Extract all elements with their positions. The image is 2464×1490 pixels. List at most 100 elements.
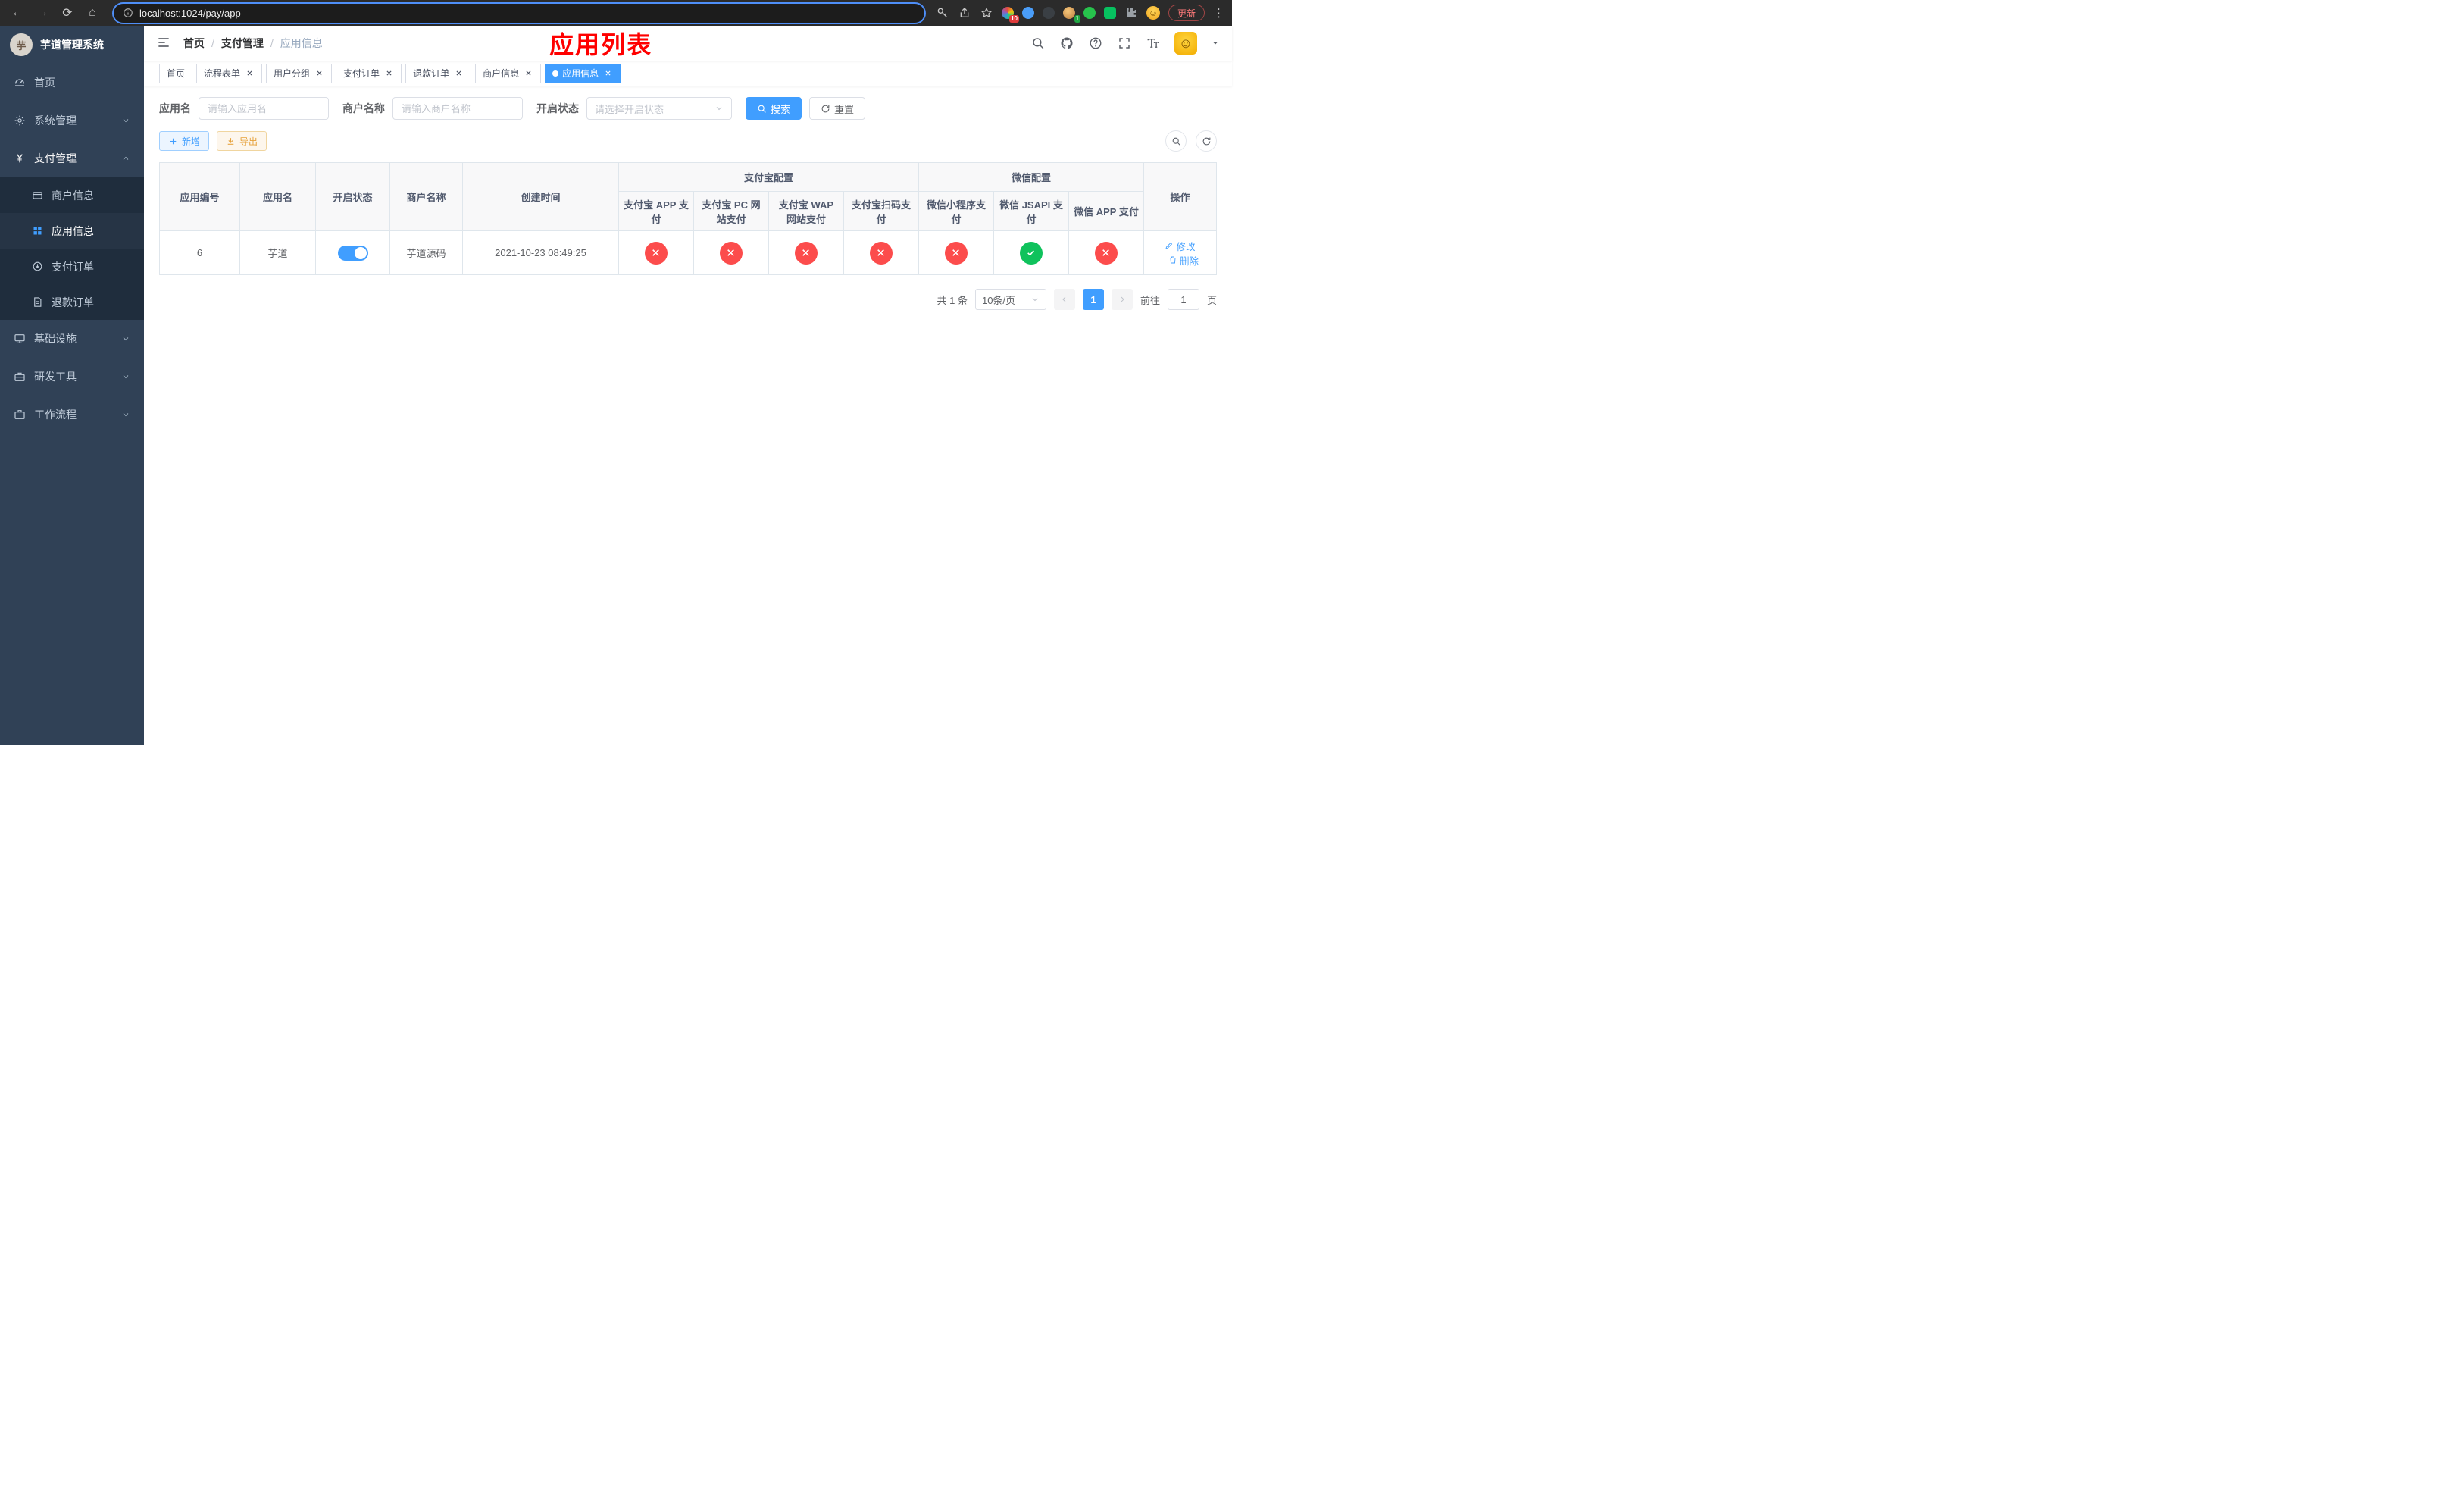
- close-icon[interactable]: [314, 68, 324, 79]
- next-page-button[interactable]: [1111, 289, 1133, 310]
- close-icon[interactable]: [244, 68, 255, 79]
- refresh-table-icon[interactable]: [1196, 130, 1217, 152]
- tag-process-form[interactable]: 流程表单: [196, 63, 263, 83]
- page-size-select[interactable]: 10条/页: [974, 289, 1046, 310]
- gear-icon: [14, 114, 26, 127]
- tag-pay-order[interactable]: 支付订单: [336, 63, 402, 83]
- site-info-icon[interactable]: [123, 8, 133, 18]
- app-name-input[interactable]: [199, 97, 329, 120]
- browser-profile-avatar[interactable]: ☺: [1146, 6, 1160, 20]
- tag-label: 商户信息: [483, 68, 520, 79]
- font-size-icon[interactable]: [1146, 36, 1161, 51]
- breadcrumb: 首页 / 支付管理 / 应用信息: [183, 36, 323, 51]
- extension-icon-green[interactable]: [1083, 7, 1096, 19]
- breadcrumb-current: 应用信息: [280, 37, 323, 49]
- sidebar-item-workflow[interactable]: 工作流程: [0, 396, 144, 434]
- fullscreen-icon[interactable]: [1117, 36, 1132, 51]
- add-button[interactable]: 新增: [159, 131, 210, 151]
- extension-icon-dark[interactable]: [1042, 7, 1055, 19]
- sidebar-item-label: 商户信息: [52, 189, 94, 202]
- github-icon[interactable]: [1059, 36, 1074, 51]
- user-avatar[interactable]: ☺: [1174, 32, 1197, 55]
- close-icon[interactable]: [523, 68, 533, 79]
- grid-icon: [32, 225, 43, 236]
- search-button-label: 搜索: [771, 103, 791, 115]
- extension-icon-colorful[interactable]: 10: [1001, 7, 1019, 23]
- extension-icon-blue[interactable]: [1021, 7, 1034, 19]
- top-header: 首页 / 支付管理 / 应用信息 应用列表 ☺: [144, 26, 1232, 61]
- prev-page-button[interactable]: [1053, 289, 1075, 310]
- browser-chrome: ← → ⟳ ⌂ localhost:1024/pay/app 10 1 ☺ 更新…: [0, 0, 1232, 26]
- sidebar-item-pay[interactable]: 支付管理: [0, 139, 144, 177]
- url-text: localhost:1024/pay/app: [139, 7, 241, 19]
- extensions-puzzle-icon[interactable]: [1124, 6, 1138, 20]
- merchant-name-input[interactable]: [392, 97, 523, 120]
- edit-link[interactable]: 修改: [1165, 239, 1196, 253]
- delete-link[interactable]: 删除: [1168, 253, 1199, 268]
- dashboard-icon: [14, 77, 26, 89]
- back-button[interactable]: ←: [8, 3, 27, 23]
- close-icon[interactable]: [383, 68, 394, 79]
- avatar-caret-icon[interactable]: [1211, 39, 1220, 48]
- close-icon[interactable]: [453, 68, 464, 79]
- sidebar-item-refund-order[interactable]: 退款订单: [0, 284, 144, 320]
- briefcase-icon: [14, 408, 26, 421]
- edit-link-label: 修改: [1176, 241, 1196, 252]
- total-count: 共 1 条: [937, 294, 968, 306]
- breadcrumb-separator: /: [211, 37, 214, 49]
- collapse-sidebar-icon[interactable]: [156, 35, 173, 52]
- export-button[interactable]: 导出: [217, 131, 267, 151]
- goto-page-input[interactable]: [1167, 289, 1199, 310]
- status-select[interactable]: 请选择开启状态: [586, 97, 732, 120]
- bookmark-star-icon[interactable]: [980, 6, 993, 20]
- search-icon[interactable]: [1030, 36, 1046, 51]
- col-alipay-app: 支付宝 APP 支付: [618, 191, 694, 231]
- delete-link-label: 删除: [1179, 255, 1199, 267]
- status-toggle[interactable]: [337, 245, 368, 261]
- tag-app-info[interactable]: 应用信息: [545, 63, 621, 83]
- breadcrumb-section[interactable]: 支付管理: [221, 36, 264, 51]
- close-icon[interactable]: [602, 68, 613, 79]
- update-button[interactable]: 更新: [1168, 5, 1205, 21]
- browser-home-button[interactable]: ⌂: [83, 3, 102, 23]
- search-button[interactable]: 搜索: [746, 97, 802, 120]
- sidebar-item-app-info[interactable]: 应用信息: [0, 213, 144, 249]
- app-table: 应用编号 应用名 开启状态 商户名称 创建时间 支付宝配置 微信配置 操作 支付…: [159, 162, 1217, 275]
- current-page-button[interactable]: 1: [1082, 289, 1104, 310]
- forward-button[interactable]: →: [33, 3, 52, 23]
- tag-label: 应用信息: [562, 68, 599, 79]
- reload-button[interactable]: ⟳: [58, 3, 77, 23]
- col-app-id: 应用编号: [159, 162, 240, 231]
- reset-button[interactable]: 重置: [809, 97, 866, 120]
- col-created: 创建时间: [462, 162, 619, 231]
- breadcrumb-home[interactable]: 首页: [183, 36, 205, 51]
- sidebar-item-pay-order[interactable]: 支付订单: [0, 249, 144, 284]
- extension-icon-avatar[interactable]: 1: [1062, 7, 1080, 23]
- col-alipay-qr: 支付宝扫码支付: [843, 191, 919, 231]
- tag-refund-order[interactable]: 退款订单: [405, 63, 472, 83]
- sidebar-item-devtools[interactable]: 研发工具: [0, 358, 144, 396]
- sidebar-item-system[interactable]: 系统管理: [0, 102, 144, 139]
- tag-user-group[interactable]: 用户分组: [266, 63, 333, 83]
- share-icon[interactable]: [958, 6, 971, 20]
- browser-menu-icon[interactable]: ⋮: [1213, 6, 1224, 20]
- sidebar-item-merchant-info[interactable]: 商户信息: [0, 177, 144, 213]
- toggle-search-icon[interactable]: [1165, 130, 1187, 152]
- sidebar-item-label: 首页: [34, 77, 55, 89]
- sidebar: 芋 芋道管理系统 首页 系统管理 支付管理 商户信息 应用信息 支付订单 退款订…: [0, 26, 144, 745]
- sidebar-item-infra[interactable]: 基础设施: [0, 320, 144, 358]
- extension-icon-green-square[interactable]: [1103, 7, 1116, 19]
- tag-merchant-info[interactable]: 商户信息: [475, 63, 542, 83]
- tag-home[interactable]: 首页: [159, 63, 193, 83]
- chevron-down-icon: [1030, 295, 1040, 304]
- search-icon: [757, 104, 767, 114]
- sidebar-item-home[interactable]: 首页: [0, 64, 144, 102]
- alipay-app-status-badge: [644, 241, 668, 265]
- toolbox-icon: [14, 371, 26, 383]
- help-icon[interactable]: [1088, 36, 1103, 51]
- page-size-value: 10条/页: [981, 294, 1016, 306]
- key-icon[interactable]: [936, 6, 949, 20]
- status-select-placeholder: 请选择开启状态: [595, 103, 664, 115]
- plus-icon: [168, 136, 178, 146]
- url-bar[interactable]: localhost:1024/pay/app: [114, 3, 924, 23]
